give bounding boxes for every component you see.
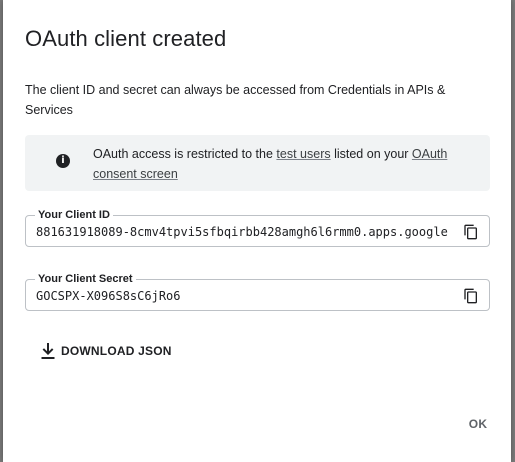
client-id-value[interactable]: 881631918089-8cmv4tpvi5sfbqirbb428amgh6l… [36,224,448,240]
oauth-client-dialog: OAuth client created The client ID and s… [3,0,511,462]
client-id-label: Your Client ID [35,208,113,222]
copy-icon[interactable] [463,224,479,240]
notice-text: OAuth access is restricted to the test u… [93,144,478,184]
download-json-label: DOWNLOAD JSON [61,344,172,358]
oauth-restriction-notice: i OAuth access is restricted to the test… [25,135,490,191]
dialog-title: OAuth client created [25,26,227,51]
download-json-button[interactable]: DOWNLOAD JSON [41,341,172,361]
notice-text-middle: listed on your [330,147,412,161]
client-secret-label: Your Client Secret [35,272,136,286]
info-icon: i [56,154,70,168]
client-secret-value[interactable]: GOCSPX-X096S8sC6jRo6 [36,288,190,304]
download-icon [41,343,55,359]
notice-text-before: OAuth access is restricted to the [93,147,277,161]
client-secret-field[interactable]: Your Client Secret GOCSPX-X096S8sC6jRo6 [25,272,490,311]
ok-button[interactable]: OK [463,414,493,434]
client-id-field[interactable]: Your Client ID 881631918089-8cmv4tpvi5sf… [25,208,490,247]
test-users-link[interactable]: test users [276,147,330,161]
dialog-description: The client ID and secret can always be a… [25,83,446,117]
copy-icon[interactable] [463,288,479,304]
